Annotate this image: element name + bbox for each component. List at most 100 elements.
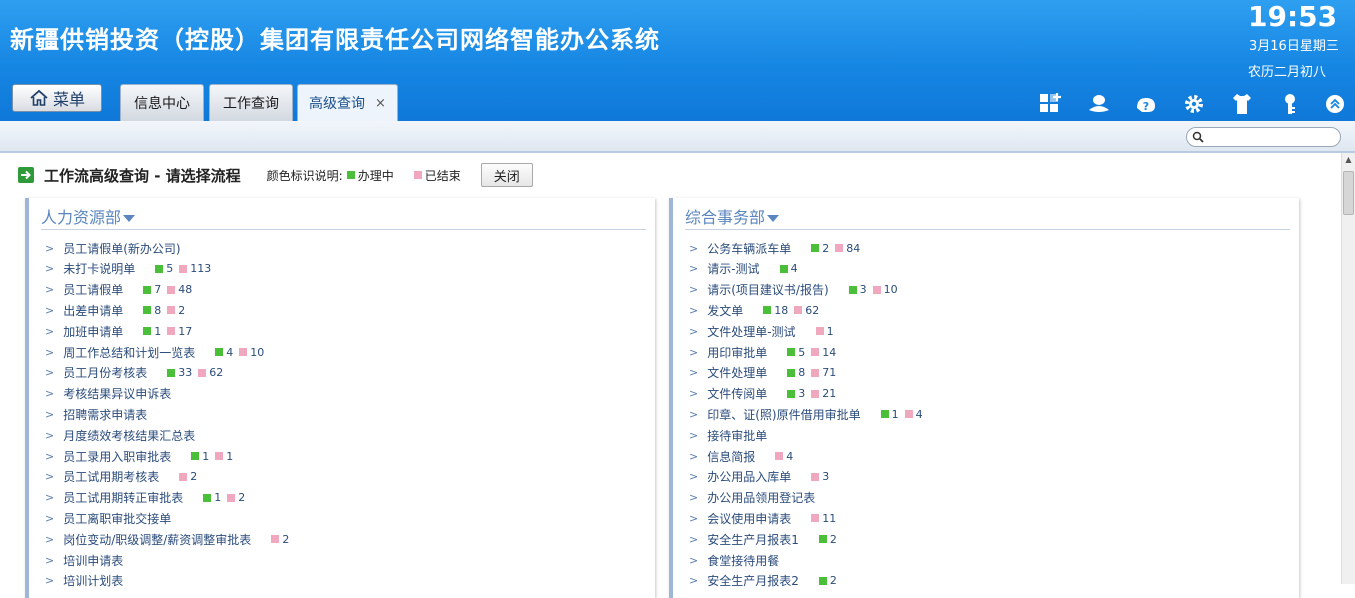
count-ended[interactable]: 84 [831, 242, 860, 255]
count-ended[interactable]: 10 [869, 283, 898, 296]
workflow-item[interactable]: > 员工请假单 7 48 [45, 280, 194, 300]
count-in-progress[interactable]: 5 [783, 346, 805, 359]
workflow-item[interactable]: > 信息简报 4 [689, 446, 795, 466]
workflow-item[interactable]: > 考核结果异议申诉表 [45, 384, 187, 404]
tab-advanced-query[interactable]: 高级查询 × [297, 84, 398, 121]
workflow-item[interactable]: > 用印审批单 5 14 [689, 342, 838, 362]
tab-close-icon[interactable]: × [375, 96, 386, 111]
workflow-item[interactable]: > 招聘需求申请表 [45, 404, 163, 424]
count-in-progress[interactable]: 4 [776, 262, 798, 275]
search-input[interactable] [1207, 129, 1336, 147]
workflow-item[interactable]: > 文件处理单 8 71 [689, 363, 838, 383]
search-box[interactable] [1186, 127, 1341, 147]
workflow-item[interactable]: > 安全生产月报表2 2 [689, 571, 839, 591]
workflow-item[interactable]: > 办公用品入库单 3 [689, 467, 831, 487]
count-ended[interactable]: 2 [175, 470, 197, 483]
count-ended[interactable]: 4 [901, 408, 923, 421]
panel-general-affairs: 综合事务部 > 公务车辆派车单 2 84 > 请示-测试 4 > 请示(项目建议书/报告) 3 10… [669, 198, 1299, 598]
workflow-item[interactable]: > 办公用品领用登记表 [689, 488, 831, 508]
settings-icon[interactable] [1182, 92, 1206, 116]
count-ended[interactable]: 1 [211, 450, 233, 463]
status-swatch-ended [215, 452, 224, 460]
shirt-icon[interactable] [1230, 92, 1254, 116]
count-ended[interactable]: 11 [807, 512, 836, 525]
count-ended[interactable]: 3 [807, 470, 829, 483]
count-ended[interactable]: 2 [223, 491, 245, 504]
workflow-item[interactable]: > 员工离职审批交接单 [45, 508, 187, 528]
count-in-progress[interactable]: 2 [807, 242, 829, 255]
count-in-progress[interactable]: 18 [759, 304, 788, 317]
workflow-item[interactable]: > 出差申请单 8 2 [45, 300, 187, 320]
workflow-item[interactable]: > 周工作总结和计划一览表 4 10 [45, 342, 266, 362]
count-ended[interactable]: 4 [771, 450, 793, 463]
count-ended[interactable]: 21 [807, 387, 836, 400]
count-in-progress[interactable]: 5 [151, 262, 173, 275]
count-in-progress[interactable]: 3 [845, 283, 867, 296]
workflow-item[interactable]: > 食堂接待用餐 [689, 550, 795, 570]
count-in-progress[interactable]: 1 [199, 491, 221, 504]
workflow-item[interactable]: > 发文单 18 62 [689, 300, 821, 320]
count-ended[interactable]: 2 [163, 304, 185, 317]
count-ended[interactable]: 10 [235, 346, 264, 359]
tab-info-center[interactable]: 信息中心 [120, 84, 204, 121]
key-icon[interactable] [1278, 92, 1302, 116]
workflow-item[interactable]: > 培训申请表 [45, 550, 139, 570]
scrollbar[interactable]: ▲ [1341, 153, 1355, 584]
workflow-item[interactable]: > 员工录用入职审批表 1 1 [45, 446, 235, 466]
workflow-item[interactable]: > 请示-测试 4 [689, 259, 800, 279]
add-widget-icon[interactable] [1038, 92, 1062, 116]
workflow-item[interactable]: > 培训计划表 [45, 571, 139, 591]
count-in-progress[interactable]: 1 [187, 450, 209, 463]
workflow-item[interactable]: > 员工试用期转正审批表 1 2 [45, 488, 247, 508]
workflow-item[interactable]: > 公务车辆派车单 2 84 [689, 238, 862, 258]
workflow-item[interactable]: > 会议使用申请表 11 [689, 508, 838, 528]
workflow-item[interactable]: > 请示(项目建议书/报告) 3 10 [689, 280, 900, 300]
workflow-item[interactable]: > 文件处理单-测试 1 [689, 321, 836, 341]
count-in-progress[interactable]: 2 [815, 533, 837, 546]
close-button[interactable]: 关闭 [480, 163, 533, 187]
workflow-item[interactable]: > 未打卡说明单 5 113 [45, 259, 213, 279]
workflow-item[interactable]: > 员工月份考核表 33 62 [45, 363, 225, 383]
panel-title[interactable]: 人力资源部 [41, 204, 136, 228]
collapse-up-icon[interactable] [1323, 92, 1347, 116]
scroll-up-icon[interactable]: ▲ [1342, 153, 1355, 167]
count-in-progress[interactable]: 2 [815, 574, 837, 587]
count-in-progress[interactable]: 8 [783, 366, 805, 379]
count-value: 1 [214, 491, 222, 505]
tab-work-query[interactable]: 工作查询 [209, 84, 293, 121]
workflow-item[interactable]: > 员工请假单(新办公司) [45, 238, 197, 258]
count-in-progress[interactable]: 7 [139, 283, 161, 296]
scroll-thumb[interactable] [1343, 171, 1354, 215]
menu-button[interactable]: 菜单 [12, 84, 102, 112]
workflow-item[interactable]: > 岗位变动/职级调整/薪资调整审批表 2 [45, 529, 291, 549]
help-icon[interactable]: ? [1134, 92, 1158, 116]
workflow-item[interactable]: > 加班申请单 1 17 [45, 321, 194, 341]
count-in-progress[interactable]: 1 [877, 408, 899, 421]
count-ended[interactable]: 71 [807, 366, 836, 379]
panel-title[interactable]: 综合事务部 [685, 204, 780, 228]
workflow-item[interactable]: > 月度绩效考核结果汇总表 [45, 425, 211, 445]
count-ended[interactable]: 113 [175, 262, 211, 275]
count-ended[interactable]: 62 [790, 304, 819, 317]
workflow-item[interactable]: > 文件传阅单 3 21 [689, 384, 838, 404]
count-in-progress[interactable]: 33 [163, 366, 192, 379]
count-in-progress[interactable]: 1 [139, 325, 161, 338]
user-icon[interactable] [1087, 92, 1111, 116]
count-in-progress[interactable]: 4 [211, 346, 233, 359]
workflow-item[interactable]: > 接待审批单 [689, 425, 783, 445]
workflow-item[interactable]: > 安全生产月报表1 2 [689, 529, 839, 549]
count-ended[interactable]: 17 [163, 325, 192, 338]
count-in-progress[interactable]: 3 [783, 387, 805, 400]
count-in-progress[interactable]: 8 [139, 304, 161, 317]
chevron-right-icon: > [45, 241, 55, 255]
count-ended[interactable]: 62 [194, 366, 223, 379]
workflow-item[interactable]: > 员工试用期考核表 2 [45, 467, 199, 487]
count-ended[interactable]: 2 [267, 533, 289, 546]
workflow-item[interactable]: > 印章、证(照)原件借用审批单 1 4 [689, 404, 925, 424]
status-swatch-in-progress [203, 493, 212, 502]
count-ended[interactable]: 1 [812, 325, 834, 338]
count-value: 62 [209, 366, 224, 380]
count-ended[interactable]: 14 [807, 346, 836, 359]
status-swatch-ended [835, 244, 844, 252]
count-ended[interactable]: 48 [163, 283, 192, 296]
